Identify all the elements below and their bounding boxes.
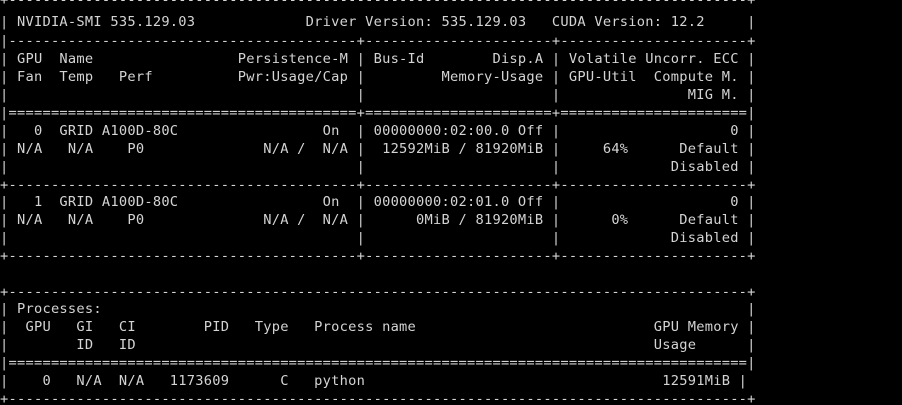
terminal-line-gpu-header-1: | GPU Name Persistence-M | Bus-Id Disp.A… xyxy=(0,51,756,67)
terminal-line-processes-header-1: | GPU GI CI PID Type Process name GPU Me… xyxy=(0,319,756,335)
terminal-line-processes-separator: |=======================================… xyxy=(0,355,756,371)
terminal-line-gpu0-row-3: | | | Disabled | xyxy=(0,159,756,175)
terminal-line-gpu1-row-1: | 1 GRID A100D-80C On | 00000000:02:01.0… xyxy=(0,194,756,210)
terminal-line-gpu0-row-1: | 0 GRID A100D-80C On | 00000000:02:00.0… xyxy=(0,123,756,139)
terminal-line-header-separator: |=======================================… xyxy=(0,105,756,121)
terminal-line-table-top-border: +---------------------------------------… xyxy=(0,0,756,8)
terminal-line-process-row: | 0 N/A N/A 1173609 C python 12591MiB | xyxy=(0,373,748,389)
terminal-line-gpu-header-border: |---------------------------------------… xyxy=(0,33,756,49)
terminal-line-gpu1-row-2: | N/A N/A P0 N/A / N/A | 0MiB / 81920MiB… xyxy=(0,212,756,228)
terminal-window[interactable]: +---------------------------------------… xyxy=(0,0,902,405)
terminal-line-gpu-header-2: | Fan Temp Perf Pwr:Usage/Cap | Memory-U… xyxy=(0,69,756,85)
terminal-line-version-header: | NVIDIA-SMI 535.129.03 Driver Version: … xyxy=(0,14,756,30)
terminal-line-gpu1-row-3: | | | Disabled | xyxy=(0,230,756,246)
terminal-line-processes-bottom-border: +---------------------------------------… xyxy=(0,391,756,405)
terminal-line-processes-top-border: +---------------------------------------… xyxy=(0,284,756,300)
terminal-line-gpu-separator: +---------------------------------------… xyxy=(0,177,756,193)
terminal-line-gpu0-row-2: | N/A N/A P0 N/A / N/A | 12592MiB / 8192… xyxy=(0,141,756,157)
terminal-line-processes-header-2: | ID ID Usage | xyxy=(0,337,756,353)
terminal-line-gpu-table-bottom: +---------------------------------------… xyxy=(0,248,756,264)
terminal-line-gpu-header-3: | | | MIG M. | xyxy=(0,87,756,103)
terminal-line-processes-title: | Processes: | xyxy=(0,301,756,317)
